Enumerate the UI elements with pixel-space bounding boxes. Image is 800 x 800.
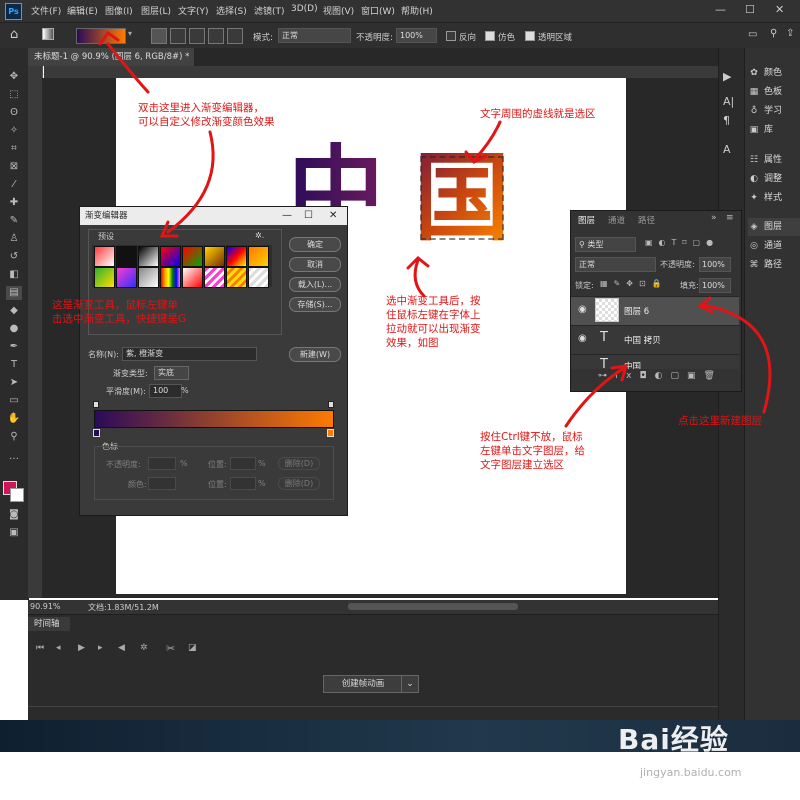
annotation-gradient-editor: 双击这里进入渐变编辑器， 可以自定义修改渐变颜色效果 (138, 101, 275, 129)
arrow-to-new-layer (700, 303, 772, 414)
annotation-line: 文字图层建立选区 (480, 459, 564, 471)
annotation-line: 按住Ctrl键不放，鼠标 (480, 431, 583, 443)
annotation-line: 住鼠标左键在字体上 (386, 309, 481, 321)
annotation-line: 这是渐变工具，鼠标左键单 (52, 299, 178, 311)
arrow-to-gradient-swatch (106, 42, 150, 94)
arrow-to-selection (474, 120, 502, 160)
watermark-logo: Bai经验 (618, 723, 729, 756)
annotation-line: 双击这里进入渐变编辑器， (138, 102, 264, 114)
annotation-line: 可以自定义修改渐变颜色效果 (138, 116, 275, 128)
annotation-line: 左键单击文字图层，给 (480, 445, 585, 457)
annotation-ctrl-click: 按住Ctrl键不放，鼠标 左键单击文字图层，给 文字图层建立选区 (480, 430, 585, 472)
watermark-site: jingyan.baidu.com (640, 766, 742, 779)
annotation-arrows (98, 30, 772, 428)
arrow-to-presets (166, 130, 215, 234)
arrow-head (98, 30, 120, 46)
arrow-to-text-layer (564, 366, 626, 428)
annotation-line: 选中渐变工具后，按 (386, 295, 481, 307)
arrow-to-character (413, 258, 426, 298)
annotation-line: 击选中渐变工具，快捷键是G (52, 313, 187, 325)
annotation-new-layer: 点击这里新建图层 (678, 415, 762, 427)
annotation-line: 拉动就可以出现渐变 (386, 323, 481, 335)
annotation-selection: 文字周围的虚线就是选区 (480, 108, 596, 120)
annotation-line: 效果，如图 (386, 337, 439, 349)
annotation-gradient-tool: 这是渐变工具，鼠标左键单 击选中渐变工具，快捷键是G (52, 298, 186, 326)
annotation-drag: 选中渐变工具后，按 住鼠标左键在字体上 拉动就可以出现渐变 效果，如图 (386, 294, 481, 350)
